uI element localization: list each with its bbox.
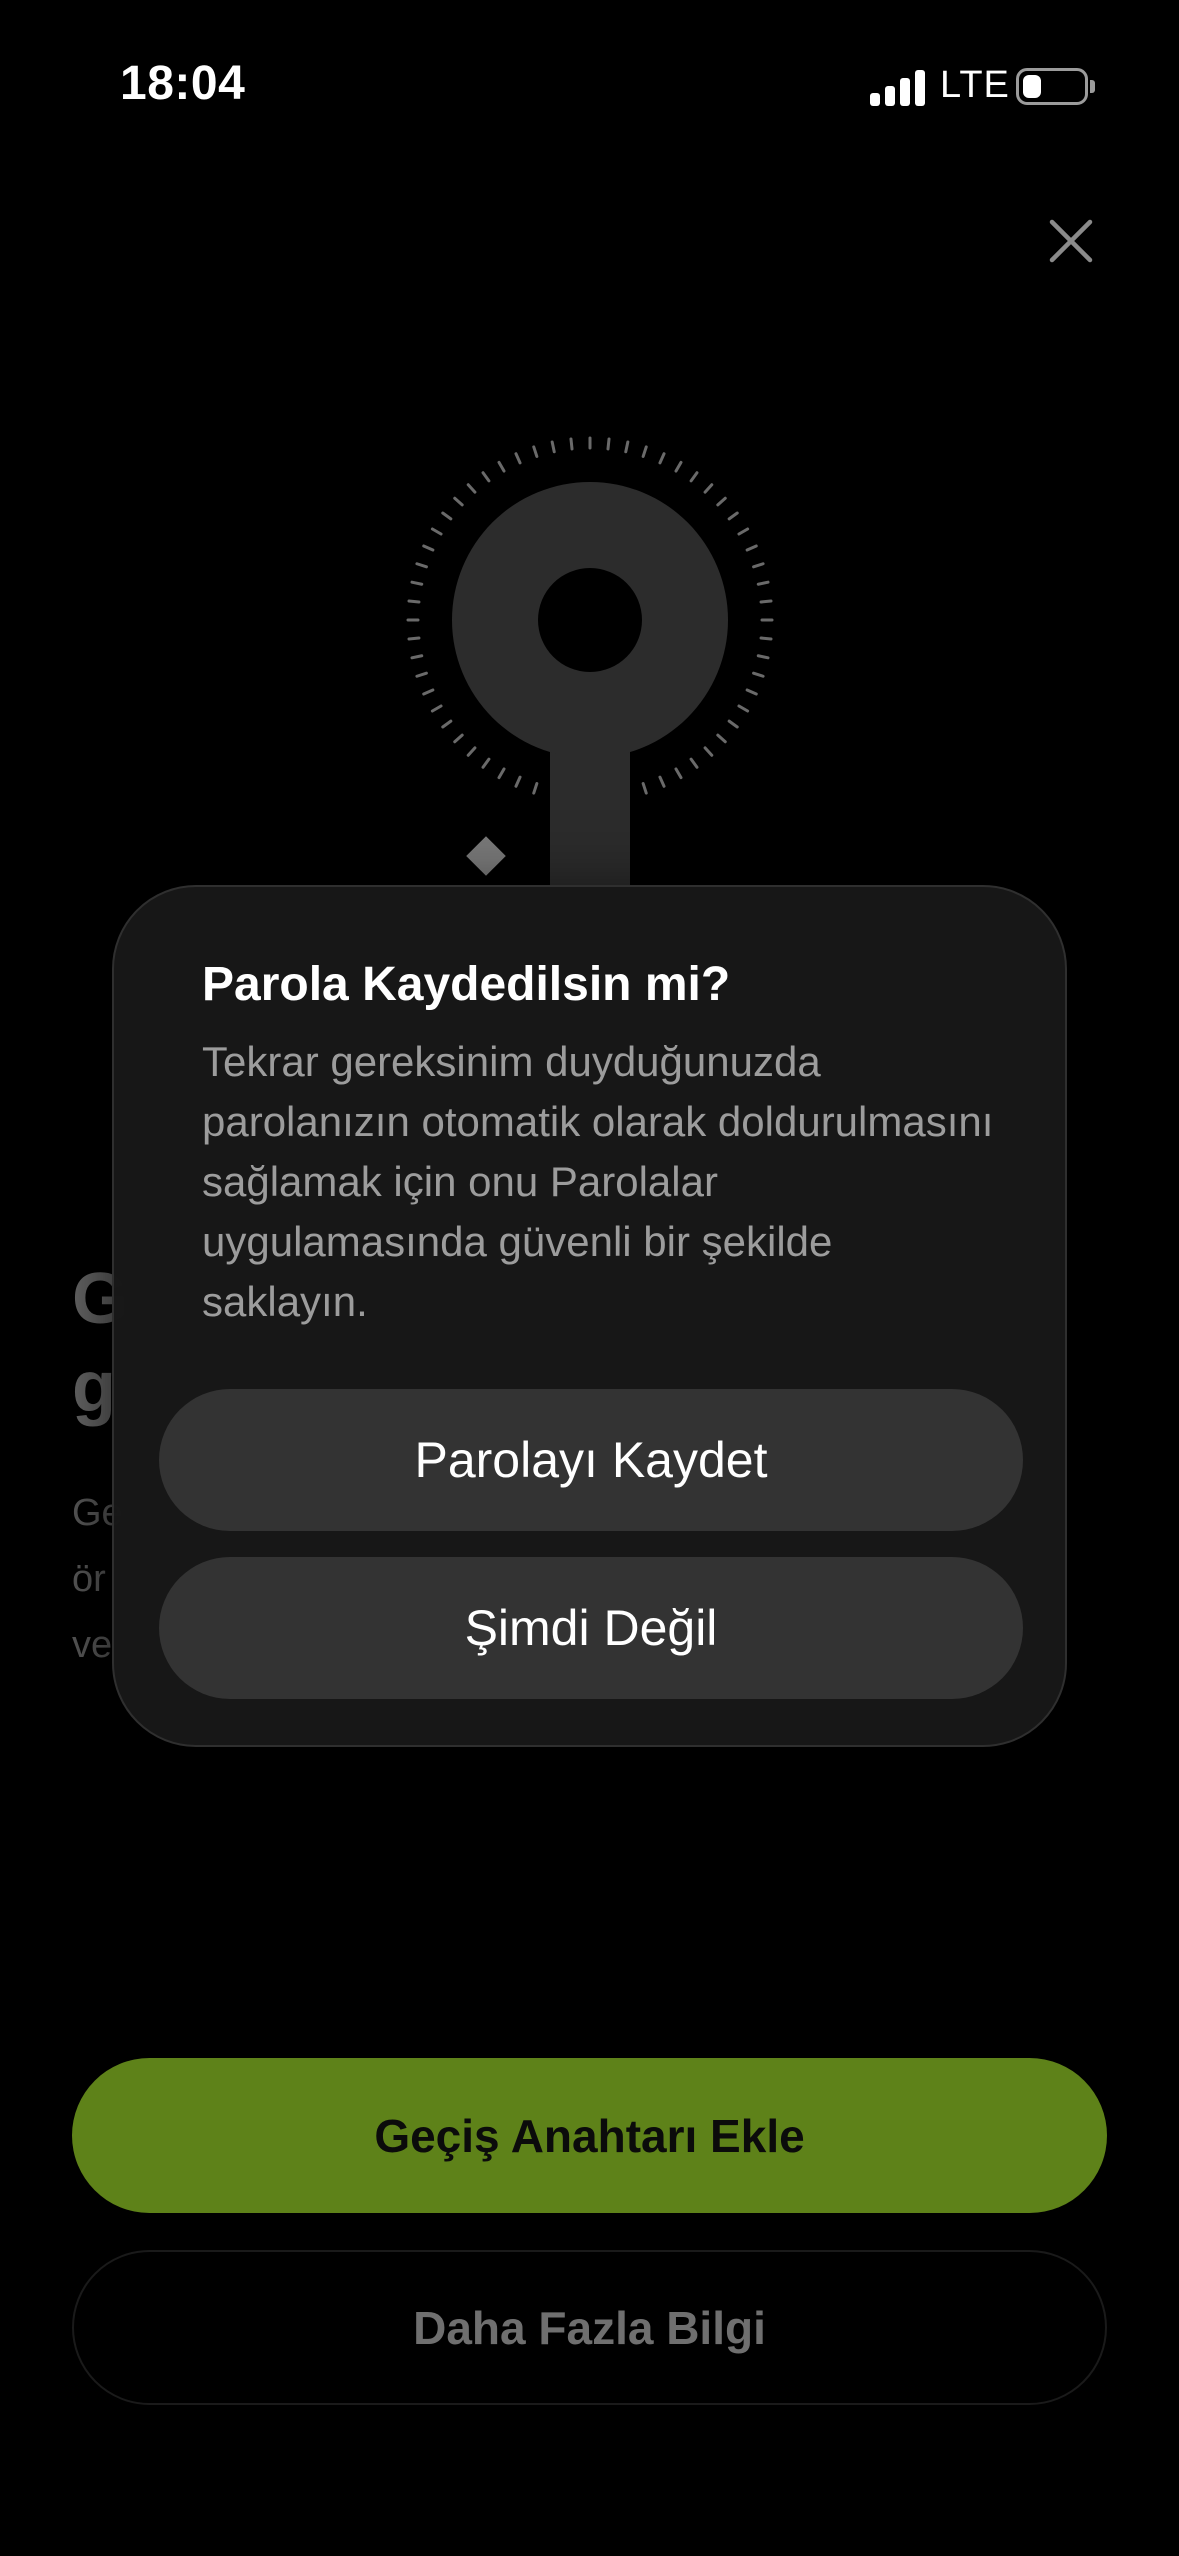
dial-tick bbox=[745, 688, 758, 696]
dial-tick bbox=[756, 580, 770, 586]
dial-tick bbox=[550, 440, 556, 454]
add-passkey-button[interactable]: Geçiş Anahtarı Ekle bbox=[72, 2058, 1107, 2213]
dial-tick bbox=[752, 671, 765, 678]
status-time: 18:04 bbox=[120, 57, 246, 110]
dial-tick bbox=[674, 767, 683, 780]
dial-tick bbox=[759, 636, 773, 641]
dial-tick bbox=[756, 654, 770, 660]
dial-tick bbox=[532, 782, 539, 795]
dial-tick bbox=[497, 460, 506, 473]
signal-icon bbox=[870, 68, 926, 106]
dial-tick bbox=[745, 544, 758, 552]
dial-tick bbox=[641, 445, 648, 458]
dial-tick bbox=[481, 757, 491, 769]
dial-tick bbox=[759, 599, 773, 604]
dial-tick bbox=[441, 719, 453, 729]
dial-tick bbox=[430, 704, 443, 713]
dial-tick bbox=[453, 496, 464, 507]
close-icon bbox=[1049, 219, 1093, 263]
save-password-button[interactable]: Parolayı Kaydet bbox=[159, 1389, 1023, 1531]
dial-tick bbox=[689, 757, 699, 769]
dial-tick bbox=[689, 471, 699, 483]
learn-more-button[interactable]: Daha Fazla Bilgi bbox=[72, 2250, 1107, 2405]
dial-tick bbox=[532, 445, 539, 458]
dial-tick bbox=[716, 496, 727, 507]
dialog-title: Parola Kaydedilsin mi? bbox=[202, 958, 731, 1011]
network-label: LTE bbox=[940, 64, 1010, 106]
dial-tick bbox=[737, 527, 750, 536]
screen: 18:04 LTE G g Ge ör ve Parola Kaydedilsi… bbox=[0, 0, 1179, 2556]
dial-tick bbox=[466, 483, 477, 494]
dialog-message: Tekrar gereksinim duyduğunuzda parolanız… bbox=[202, 1038, 994, 1325]
dial-tick bbox=[422, 688, 435, 696]
dial-tick bbox=[453, 733, 464, 744]
battery-tip bbox=[1090, 80, 1095, 93]
dial-tick bbox=[430, 527, 443, 536]
dial-tick bbox=[415, 562, 428, 569]
dial-tick bbox=[441, 511, 453, 521]
dial-tick bbox=[752, 562, 765, 569]
dial-tick bbox=[407, 599, 421, 604]
dial-tick bbox=[422, 544, 435, 552]
dial-tick bbox=[703, 746, 714, 757]
dial-tick bbox=[415, 671, 428, 678]
not-now-button[interactable]: Şimdi Değil bbox=[159, 1557, 1023, 1699]
dial-tick bbox=[674, 460, 683, 473]
dial-tick bbox=[410, 654, 424, 660]
save-password-dialog: Parola Kaydedilsin mi? Tekrar gereksinim… bbox=[112, 885, 1067, 1747]
dial-tick bbox=[727, 719, 739, 729]
dial-tick bbox=[569, 437, 574, 451]
dial-tick bbox=[658, 452, 666, 465]
dial-tick bbox=[514, 775, 522, 788]
dial-tick bbox=[481, 471, 491, 483]
battery-icon bbox=[1016, 68, 1088, 105]
dial-tick bbox=[624, 440, 630, 454]
close-button[interactable] bbox=[1040, 210, 1102, 272]
dial-tick bbox=[641, 782, 648, 795]
dial-tick bbox=[737, 704, 750, 713]
dial-tick bbox=[716, 733, 727, 744]
dial-tick bbox=[703, 483, 714, 494]
dial-tick bbox=[466, 746, 477, 757]
dial-tick bbox=[497, 767, 506, 780]
status-bar: 18:04 LTE bbox=[0, 0, 1179, 170]
dial-tick bbox=[407, 636, 421, 641]
passkey-key-icon bbox=[406, 436, 774, 920]
dial-tick bbox=[606, 437, 611, 451]
passkey-illustration bbox=[380, 420, 800, 920]
dial-tick bbox=[410, 580, 424, 586]
dial-tick bbox=[727, 511, 739, 521]
dial-tick bbox=[514, 452, 522, 465]
dial-tick bbox=[658, 775, 666, 788]
